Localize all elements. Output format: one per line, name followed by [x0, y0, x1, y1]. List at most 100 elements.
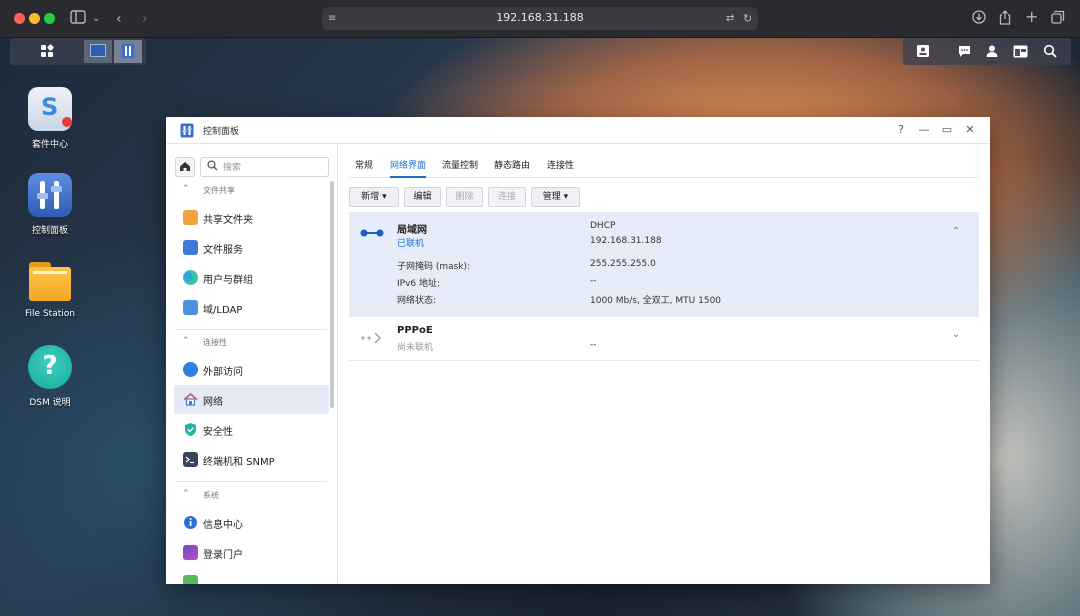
fullscreen-window-button[interactable]	[44, 13, 55, 24]
window-title-bar[interactable]: 控制面板 ? — ▭ ✕	[166, 117, 990, 144]
detail-label: IPv6 地址:	[397, 279, 441, 289]
sidebar-item-label: 共享文件夹	[203, 215, 253, 226]
tab-overview-icon[interactable]	[1051, 10, 1065, 29]
sidebar-item-label: 外部访问	[203, 367, 243, 378]
section-file-sharing[interactable]: ⌃ 文件共享	[175, 181, 327, 201]
interface-name: 局域网	[397, 225, 427, 236]
desktop-icon-dsm-help[interactable]: ? DSM 说明	[10, 345, 90, 408]
sidebar-item-network[interactable]: 网络	[174, 385, 329, 414]
delete-button[interactable]: 删除	[446, 187, 483, 207]
chevron-up-icon[interactable]: ⌃	[952, 226, 960, 237]
tab-general[interactable]: 常规	[355, 158, 373, 171]
search-icon	[207, 160, 218, 174]
minimize-window-button[interactable]	[29, 13, 40, 24]
main-content: 常规 网络界面 流量控制 静态路由 连接性 新增 ▾ 编辑 删除 连接 管理 ▾…	[338, 144, 990, 584]
desktop-icon-package-center[interactable]: S 套件中心	[10, 87, 90, 150]
user-icon[interactable]	[982, 40, 1002, 63]
search-icon[interactable]	[1040, 40, 1060, 63]
tab-network-interface[interactable]: 网络界面	[390, 158, 426, 171]
interface-row-lan[interactable]: 局域网 已联机 DHCP 192.168.31.188 ⌃ 子网掩码 (mask…	[349, 212, 979, 317]
connect-button[interactable]: 连接	[488, 187, 526, 207]
edit-button[interactable]: 编辑	[404, 187, 441, 207]
interface-row-pppoe[interactable]: PPPoE 尚未联机 -- ⌄	[349, 317, 979, 361]
detail-label: 网络状态:	[397, 296, 437, 306]
search-input[interactable]	[223, 161, 323, 174]
section-divider	[175, 329, 327, 330]
share-icon[interactable]	[999, 10, 1011, 30]
window-title: 控制面板	[203, 127, 240, 137]
main-menu-button[interactable]	[32, 40, 62, 63]
desktop-icon-file-station[interactable]: File Station	[10, 259, 90, 319]
sidebar-item-label: 终端机和 SNMP	[203, 457, 275, 468]
detail-value: 1000 Mb/s, 全双工, MTU 1500	[590, 296, 722, 306]
back-icon[interactable]: ‹	[116, 10, 122, 28]
toolbar: 新增 ▾ 编辑 删除 连接 管理 ▾	[349, 187, 979, 207]
tab-static-route[interactable]: 静态路由	[494, 158, 530, 171]
taskbar-app-control-panel[interactable]	[114, 40, 142, 63]
new-tab-icon[interactable]: +	[1025, 8, 1038, 26]
window-list-icon[interactable]	[1010, 40, 1030, 63]
create-dropdown-button[interactable]: 新增 ▾	[349, 187, 399, 207]
section-connectivity[interactable]: ⌃ 连接性	[175, 333, 327, 353]
tab-connectivity[interactable]: 连接性	[547, 158, 574, 171]
desktop-icon-label: 套件中心	[31, 140, 68, 150]
section-divider	[175, 481, 327, 482]
minimize-button[interactable]: —	[917, 123, 931, 136]
close-button[interactable]: ✕	[963, 123, 977, 136]
sidebar-toggle-icon[interactable]	[70, 10, 86, 29]
manage-dropdown-button[interactable]: 管理 ▾	[531, 187, 580, 207]
region-icon	[183, 575, 198, 584]
close-window-button[interactable]	[14, 13, 25, 24]
sidebar-item-external-access[interactable]: 外部访问	[174, 355, 329, 384]
home-icon	[180, 162, 190, 171]
sidebar-item-label: 信息中心	[203, 520, 243, 531]
notification-icon[interactable]	[954, 40, 974, 63]
home-button[interactable]	[175, 157, 195, 177]
sidebar-item-login-portal[interactable]: 登录门户	[174, 538, 329, 567]
terminal-icon	[183, 452, 198, 467]
interface-ip: --	[590, 340, 597, 350]
search-field[interactable]	[200, 157, 329, 177]
chevron-up-icon: ⌃	[182, 489, 190, 499]
sidebar-item-label: 文件服务	[203, 245, 243, 256]
section-label: 系统	[203, 491, 219, 500]
network-icon	[183, 392, 198, 407]
sidebar-item-user-group[interactable]: 用户与群组	[174, 263, 329, 292]
chevron-down-icon[interactable]: ⌄	[952, 329, 960, 340]
interface-ip: 192.168.31.188	[590, 236, 662, 246]
control-panel-window: 控制面板 ? — ▭ ✕ ⌃ 文件共享 共享文件夹 文件服务	[166, 117, 990, 584]
tab-traffic-control[interactable]: 流量控制	[442, 158, 478, 171]
help-button[interactable]: ?	[894, 123, 908, 136]
desktop-icon-label: File Station	[25, 309, 75, 319]
download-icon[interactable]	[972, 10, 986, 29]
section-label: 连接性	[203, 338, 227, 347]
forward-icon[interactable]: ›	[142, 10, 148, 28]
shared-folder-icon	[183, 210, 198, 225]
desktop-icon-control-panel[interactable]: 控制面板	[10, 173, 90, 236]
sidebar-item-domain-ldap[interactable]: 域/LDAP	[174, 293, 329, 322]
chevron-up-icon: ⌃	[182, 184, 190, 194]
tab-bar: 常规 网络界面 流量控制 静态路由 连接性	[349, 144, 979, 178]
sidebar-item-shared-folder[interactable]: 共享文件夹	[174, 203, 329, 232]
taskbar-right-group	[903, 38, 1071, 65]
section-system[interactable]: ⌃ 系统	[175, 486, 327, 506]
help-icon: ?	[28, 345, 72, 389]
translate-icon[interactable]: ⇄	[726, 10, 734, 28]
sidebar-item-security[interactable]: 安全性	[174, 415, 329, 444]
detail-value: --	[590, 276, 597, 286]
address-bar[interactable]: ≡ 192.168.31.188 ⇄ ↻	[322, 7, 758, 30]
reload-icon[interactable]: ↻	[743, 10, 752, 28]
sidebar-item-partial[interactable]	[174, 568, 329, 584]
sidebar-item-file-services[interactable]: 文件服务	[174, 233, 329, 262]
monitor-icon	[90, 44, 106, 57]
widget-icon[interactable]	[913, 40, 933, 63]
sidebar-item-info-center[interactable]: 信息中心	[174, 508, 329, 537]
external-access-icon	[183, 362, 198, 377]
sidebar-scrollbar[interactable]	[330, 181, 334, 408]
chevron-down-icon[interactable]: ⌄	[92, 10, 100, 28]
users-icon	[183, 270, 198, 285]
maximize-button[interactable]: ▭	[940, 123, 954, 136]
taskbar-app-1[interactable]	[84, 40, 112, 63]
sidebar-item-terminal-snmp[interactable]: 终端机和 SNMP	[174, 445, 329, 474]
taskbar-left-group	[10, 38, 146, 65]
